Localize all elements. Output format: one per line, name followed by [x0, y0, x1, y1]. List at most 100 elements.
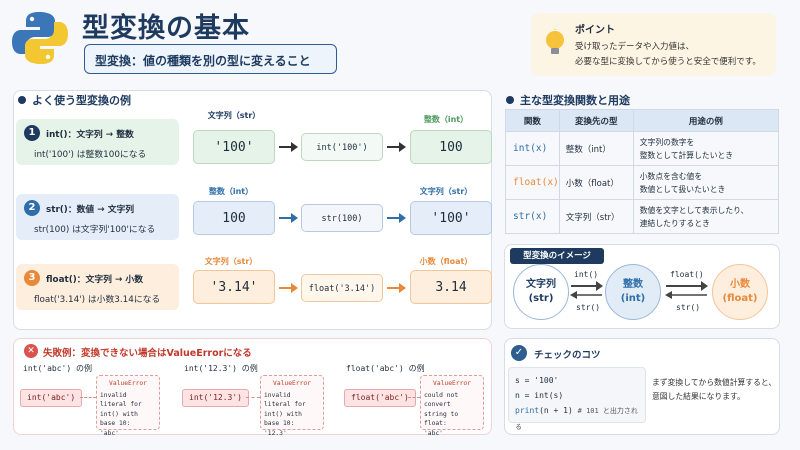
page-title: 型変換の基本 [82, 13, 250, 44]
float-circle: 小数 (float) [712, 264, 768, 320]
to-type-label: 整数（int） [423, 115, 469, 124]
function-box: int('100') [301, 133, 383, 161]
tip-line: 必要な型に変換してから使うと安全で便利です。 [575, 57, 761, 67]
failure-input: int('abc') [20, 389, 83, 407]
page-subtitle: 型変換：値の種類を別の型に変えること [84, 44, 337, 74]
error-line: string to float: [424, 410, 459, 428]
table-header-row: 関数 変換先の型 用途の例 [505, 109, 780, 132]
arrow-right-icon [387, 213, 406, 223]
to-type-label: 文字列（str） [419, 187, 473, 196]
circle-type: (str) [528, 293, 554, 304]
table-header: 変換先の型 [558, 109, 634, 132]
error-line: invalid literal for [100, 391, 142, 409]
error-message-box: ValueError invalid literal for int() wit… [260, 375, 324, 437]
table-cell: 文字列の数字を整数として計算したいとき [632, 131, 780, 166]
error-message-box: ValueError invalid literal for int() wit… [96, 375, 160, 437]
check-title: チェックのコツ [534, 350, 601, 361]
tip-text: 受け取ったデータや入力値は、 必要な型に変換してから使うと安全で便利です。 [575, 40, 761, 70]
step-number: 2 [24, 200, 40, 216]
dashed-arrow [408, 397, 420, 398]
from-type-label: 文字列（str） [207, 111, 261, 120]
example-title: float()：文字列 → 小数 [46, 275, 144, 285]
arrow-right-icon [279, 283, 298, 293]
error-title: ValueError [109, 380, 147, 387]
from-type-label: 文字列（str） [204, 257, 258, 266]
arrow-right-icon [387, 283, 406, 293]
example-card-int: 1 int()：文字列 → 整数 int('100') は整数100になる [16, 119, 179, 165]
function-box: float('3.14') [301, 274, 383, 302]
example-card-float: 3 float()：文字列 → 小数 float('3.14') は小数3.14… [16, 264, 179, 310]
step-number: 3 [24, 270, 40, 286]
example-card-str: 2 str()：数値 → 文字列 str(100) は文字列'100'になる [16, 194, 179, 240]
arrow-left-icon [665, 291, 707, 299]
table-cell: float(x) [505, 165, 560, 200]
arrow-right-icon [387, 142, 406, 152]
check-icon: ✓ [511, 345, 527, 361]
circle-type: (float) [722, 293, 758, 304]
dashed-arrow [246, 397, 260, 398]
circle-label: 小数 [730, 279, 750, 290]
dashed-arrow [80, 397, 96, 398]
conversion-label: int() [574, 270, 599, 279]
code-keyword: print [515, 406, 540, 415]
table-cell: 整数（int） [558, 131, 634, 166]
examples-section-title: よく使う型変換の例 [18, 92, 131, 108]
python-logo-icon [12, 12, 68, 64]
conversion-label: float() [670, 270, 704, 279]
error-title: ValueError [433, 380, 471, 387]
failure-case-heading: float('abc') の例 [346, 364, 425, 373]
step-number: 1 [24, 125, 40, 141]
error-line: 'abc' [100, 429, 119, 437]
error-line: could not convert [424, 391, 459, 409]
bullet-dot-icon [506, 96, 514, 104]
cell-line: 数値を文字として表示したり、 [639, 205, 749, 215]
example-title: int()：文字列 → 整数 [46, 130, 134, 140]
error-line: int() with base 10: [100, 410, 138, 428]
cell-line: 連結したりするとき [639, 218, 710, 228]
circle-type: (int) [620, 293, 646, 304]
from-value-box: '3.14' [193, 270, 275, 304]
header: 型変換の基本 型変換：値の種類を別の型に変えること ポイント 受け取ったデータや… [0, 0, 800, 84]
from-value-box: '100' [193, 130, 275, 164]
table-header: 関数 [505, 109, 560, 132]
failure-case-heading: int('12.3') の例 [184, 364, 258, 373]
table-cell: 文字列（str） [558, 199, 634, 234]
arrow-right-icon [279, 213, 298, 223]
to-type-label: 小数（float） [419, 257, 473, 266]
table-row: str(x) 文字列（str） 数値を文字として表示したり、 連結したりするとき [505, 199, 780, 234]
arrow-right-icon [571, 281, 603, 291]
table-row: float(x) 小数（float） 小数点を含む値を 数値として扱いたいとき [505, 165, 780, 200]
image-panel-title: 型変換のイメージ [510, 248, 604, 264]
example-title: str()：数値 → 文字列 [46, 205, 135, 215]
cell-line: 小数点を含む値を [639, 171, 703, 181]
circle-label: 文字列 [526, 279, 556, 290]
tip-box: ポイント 受け取ったデータや入力値は、 必要な型に変換してから使うと安全で便利で… [531, 13, 776, 76]
check-text: まず変換してから数値計算すると、 意図した結果になります。 [652, 376, 776, 404]
arrow-left-icon [570, 291, 602, 299]
table-row: int(x) 整数（int） 文字列の数字を 整数として計算したいとき [505, 131, 780, 166]
examples-section-label: よく使う型変換の例 [32, 94, 131, 107]
cell-line: 文字列の数字を [639, 137, 695, 147]
tip-title: ポイント [575, 25, 615, 36]
failure-title: 失敗例：変換できない場合はValueErrorになる [43, 348, 252, 359]
example-desc: int('100') は整数100になる [34, 150, 147, 160]
int-circle: 整数 (int) [605, 264, 661, 320]
to-value-box: 100 [410, 130, 492, 164]
code-line: print(n + 1) # 101 と出力される [515, 403, 639, 435]
table-cell: str(x) [505, 199, 560, 234]
function-box: str(100) [301, 204, 383, 232]
table-header: 用途の例 [632, 109, 780, 132]
conversion-label: str() [576, 303, 601, 312]
circle-label: 整数 [623, 279, 643, 290]
tip-line: 受け取ったデータや入力値は、 [575, 42, 695, 52]
example-desc: float('3.14') は小数3.14になる [34, 295, 161, 305]
arrow-right-icon [666, 281, 708, 291]
str-circle: 文字列 (str) [513, 264, 569, 320]
from-value-box: 100 [193, 201, 275, 235]
check-text-line: 意図した結果になります。 [652, 392, 745, 401]
code-args: (n + 1) [539, 406, 573, 415]
cell-line: 整数として計算したいとき [639, 150, 734, 160]
error-title: ValueError [273, 380, 311, 387]
functions-section-label: 主な型変換関数と用途 [520, 94, 630, 107]
table-cell: 小数（float） [558, 165, 634, 200]
